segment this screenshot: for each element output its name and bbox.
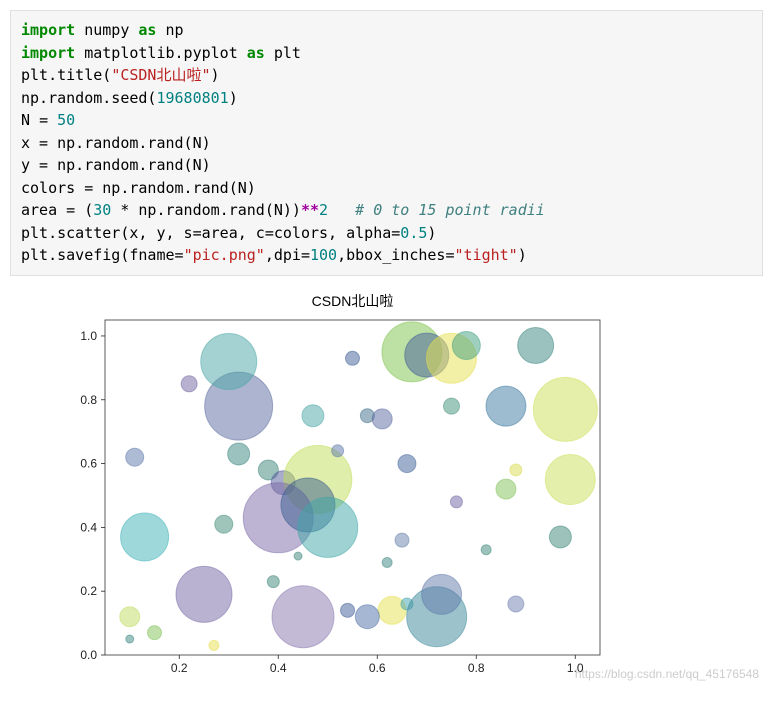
code-str: "CSDN北山啦": [111, 66, 210, 84]
code-txt: ,bbox_inches=: [337, 246, 454, 264]
code-txt: ,dpi=: [265, 246, 310, 264]
code-txt: ): [427, 224, 436, 242]
code-txt: plt.scatter(x, y, s=area, c=colors, alph…: [21, 224, 400, 242]
chart-title: CSDN北山啦: [312, 293, 394, 309]
code-kw: as: [138, 21, 156, 39]
data-point: [450, 495, 462, 507]
data-point: [346, 351, 360, 365]
code-txt: matplotlib.pyplot: [75, 44, 247, 62]
code-num: 19680801: [156, 89, 228, 107]
code-str: "pic.png": [184, 246, 265, 264]
data-point: [533, 377, 597, 441]
data-point: [545, 454, 595, 504]
data-point: [395, 533, 409, 547]
data-point: [372, 408, 392, 428]
x-tick-label: 1.0: [567, 661, 584, 675]
data-point: [302, 404, 324, 426]
code-kw: as: [247, 44, 265, 62]
code-kw: import: [21, 21, 75, 39]
code-txt: x = np.random.rand(N): [21, 134, 211, 152]
scatter-chart: CSDN北山啦 0.2 0.4 0.6 0.8 1.0 0.0 0.2 0.4 0.6 0.8 1.0: [50, 290, 610, 685]
y-tick-label: 0.4: [80, 520, 97, 534]
data-point: [298, 497, 358, 557]
data-point: [452, 331, 480, 359]
code-txt: * np.random.rand(N)): [111, 201, 301, 219]
data-point: [209, 640, 219, 650]
code-comment: # 0 to 15 point radii: [355, 201, 545, 219]
code-num: 50: [57, 111, 75, 129]
code-num: 0.5: [400, 224, 427, 242]
code-num: 30: [93, 201, 111, 219]
code-txt: np: [156, 21, 183, 39]
code-txt: plt.savefig(fname=: [21, 246, 184, 264]
data-point: [398, 454, 416, 472]
data-point: [355, 604, 379, 628]
data-point: [120, 606, 140, 626]
code-txt: ): [229, 89, 238, 107]
chart-output: CSDN北山啦 0.2 0.4 0.6 0.8 1.0 0.0 0.2 0.4 0.6 0.8 1.0…: [50, 290, 763, 685]
code-str: "tight": [455, 246, 518, 264]
x-tick-label: 0.4: [270, 661, 287, 675]
code-block: import numpy as np import matplotlib.pyp…: [10, 10, 763, 276]
data-point: [382, 557, 392, 567]
data-point: [126, 448, 144, 466]
code-num: 100: [310, 246, 337, 264]
data-point: [294, 552, 302, 560]
code-txt: ): [518, 246, 527, 264]
code-txt: plt.title(: [21, 66, 111, 84]
code-txt: y = np.random.rand(N): [21, 156, 211, 174]
data-point: [422, 574, 462, 614]
data-point: [332, 444, 344, 456]
data-point: [481, 544, 491, 554]
code-txt: ): [211, 66, 220, 84]
y-tick-label: 0.2: [80, 584, 97, 598]
data-point: [444, 398, 460, 414]
x-tick-label: 0.8: [468, 661, 485, 675]
code-txt: numpy: [75, 21, 138, 39]
code-op: =: [39, 111, 48, 129]
y-tick-label: 0.0: [80, 648, 97, 662]
code-txt: [48, 111, 57, 129]
code-txt: colors = np.random.rand(N): [21, 179, 256, 197]
data-point: [549, 525, 571, 547]
code-txt: area = (: [21, 201, 93, 219]
data-point: [272, 585, 334, 647]
code-op: **: [301, 201, 319, 219]
data-point: [215, 515, 233, 533]
data-point: [496, 479, 516, 499]
data-point: [181, 375, 197, 391]
code-kw: import: [21, 44, 75, 62]
data-point: [121, 512, 169, 560]
y-tick-label: 0.6: [80, 456, 97, 470]
y-tick-label: 0.8: [80, 392, 97, 406]
code-txt: N: [21, 111, 39, 129]
data-point: [228, 443, 250, 465]
code-num: 2: [319, 201, 328, 219]
data-point: [486, 386, 526, 426]
data-point: [201, 333, 257, 389]
y-tick-label: 1.0: [80, 328, 97, 342]
data-point: [510, 463, 522, 475]
code-txt: np.random.seed(: [21, 89, 156, 107]
x-tick-label: 0.6: [369, 661, 386, 675]
data-point: [126, 635, 134, 643]
code-txt: [328, 201, 355, 219]
data-point: [267, 575, 279, 587]
data-point: [341, 603, 355, 617]
data-point: [176, 566, 232, 622]
data-point: [508, 595, 524, 611]
code-txt: plt: [265, 44, 301, 62]
data-point: [518, 327, 554, 363]
x-tick-label: 0.2: [171, 661, 188, 675]
data-point: [148, 625, 162, 639]
